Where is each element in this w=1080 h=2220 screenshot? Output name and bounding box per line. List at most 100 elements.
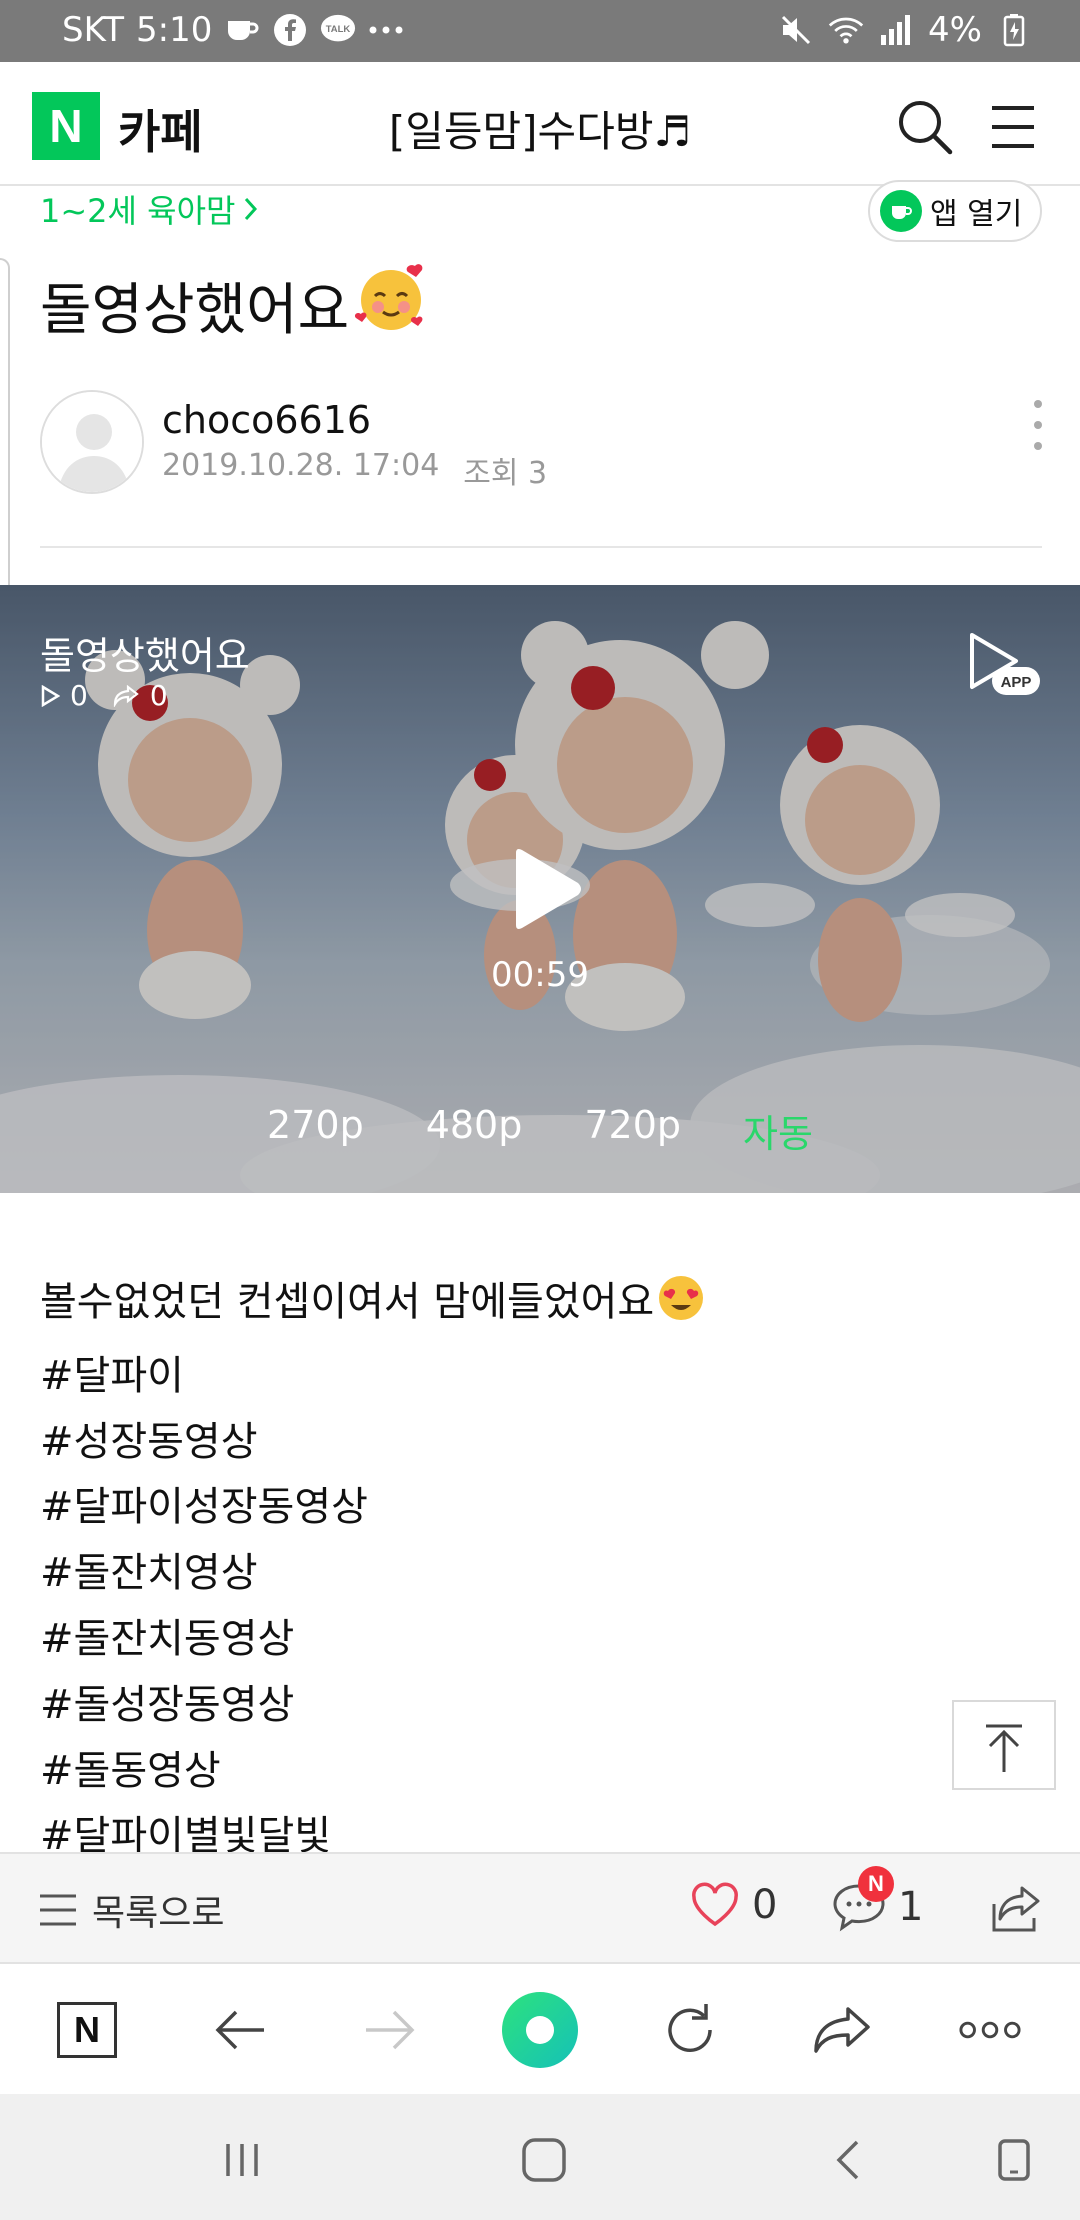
play-count: 0 xyxy=(70,679,88,712)
hashtag[interactable]: #돌잔치동영상 xyxy=(40,1607,706,1673)
menu-button[interactable] xyxy=(988,98,1038,156)
status-left: SKT 5:10 TALK xyxy=(62,10,404,50)
list-icon xyxy=(40,1894,76,1926)
arrow-left-icon xyxy=(215,2010,264,2050)
status-bar: SKT 5:10 TALK 4% xyxy=(0,0,1080,62)
more-dots-icon xyxy=(368,12,404,48)
cafe-header: N 카페 [일등맘]수다방♬ xyxy=(0,62,1080,186)
video-stats: 0 0 xyxy=(40,679,168,712)
back-to-list-label: 목록으로 xyxy=(92,1893,225,1934)
hashtag[interactable]: #달파이성장동영상 xyxy=(40,1475,706,1541)
facebook-icon xyxy=(272,12,308,48)
comment-button[interactable]: N 1 xyxy=(832,1866,924,1932)
recent-apps-button[interactable] xyxy=(216,2136,268,2184)
hashtag[interactable]: #돌잔치영상 xyxy=(40,1541,706,1607)
hashtag[interactable]: #돌동영상 xyxy=(40,1739,706,1805)
category-link[interactable]: 1~2세 육아맘 xyxy=(40,186,259,232)
search-icon xyxy=(899,101,953,155)
hashtag[interactable]: #돌성장동영상 xyxy=(40,1673,706,1739)
post-meta: 2019.10.28. 17:04 조회 3 xyxy=(162,448,547,492)
chevron-left-icon xyxy=(836,2140,859,2180)
category-label: 1~2세 육아맘 xyxy=(40,192,236,230)
naver-logo[interactable]: N xyxy=(32,92,100,160)
app-open-label: 앱 열기 xyxy=(930,197,1023,232)
app-open-button[interactable]: 앱 열기 xyxy=(868,180,1042,242)
reload-button[interactable] xyxy=(658,1998,722,2062)
quality-auto[interactable]: 자동 xyxy=(743,1103,813,1158)
reload-icon xyxy=(668,2004,712,2052)
recent-apps-icon xyxy=(226,2144,258,2176)
battery-icon xyxy=(996,12,1032,48)
home-button[interactable] xyxy=(518,2136,570,2184)
view-count: 조회 3 xyxy=(463,456,548,491)
quality-270p[interactable]: 270p xyxy=(267,1103,364,1158)
more-menu-button[interactable] xyxy=(958,1998,1022,2062)
default-profile-icon xyxy=(42,392,142,492)
forward-button[interactable] xyxy=(358,1998,422,2062)
more-dot-icon xyxy=(1034,400,1042,408)
header-divider xyxy=(40,546,1042,548)
like-count: 0 xyxy=(752,1882,778,1928)
battery-percent: 4% xyxy=(928,10,982,50)
play-icon xyxy=(516,849,581,929)
status-right: 4% xyxy=(778,10,1032,50)
video-player[interactable]: 돌영상했어요 0 0 APP 00:59 270p 480p 720p 자동 xyxy=(0,585,1080,1193)
article-title: 돌영상했어요 xyxy=(40,262,431,348)
play-count-icon xyxy=(41,684,60,707)
more-options-button[interactable] xyxy=(1026,400,1050,450)
heart-icon xyxy=(692,1882,738,1927)
browser-toolbar: N xyxy=(0,1962,1080,2094)
article-title-text: 돌영상했어요 xyxy=(40,277,350,343)
naver-home-button[interactable]: N xyxy=(57,2002,117,2058)
heart-eyes-emoji-icon xyxy=(656,1273,706,1344)
scroll-to-top-button[interactable] xyxy=(952,1700,1056,1790)
share-arrow-icon xyxy=(814,2007,870,2053)
share-page-button[interactable] xyxy=(810,1998,874,2062)
cafe-service-label[interactable]: 카페 xyxy=(118,96,203,162)
play-button[interactable] xyxy=(508,847,582,931)
share-count-icon xyxy=(113,684,139,707)
more-dot-icon xyxy=(1034,442,1042,450)
arrow-right-icon xyxy=(366,2010,415,2050)
quality-720p[interactable]: 720p xyxy=(584,1103,681,1158)
author-avatar[interactable] xyxy=(40,390,144,494)
author-name[interactable]: choco6616 xyxy=(162,398,371,442)
back-to-list-button[interactable]: 목록으로 xyxy=(38,1884,224,1936)
quality-selector: 270p 480p 720p 자동 xyxy=(0,1103,1080,1158)
rotate-screen-button[interactable] xyxy=(988,2136,1040,2184)
phone-rotate-icon xyxy=(998,2139,1030,2181)
article-body: 볼수없었던 컨셉이여서 맘에들었어요 #달파이 #성장동영상 #달파이성장동영상… xyxy=(40,1270,706,1870)
system-navigation-bar xyxy=(0,2094,1080,2220)
video-title: 돌영상했어요 xyxy=(40,634,250,678)
share-button[interactable] xyxy=(990,1884,1044,1934)
green-dot-home-button[interactable] xyxy=(502,1992,578,2068)
chevron-right-icon xyxy=(245,197,258,221)
like-button[interactable]: 0 xyxy=(690,1882,777,1928)
system-back-button[interactable] xyxy=(822,2136,874,2184)
clock: 5:10 xyxy=(136,10,213,50)
back-button[interactable] xyxy=(208,1998,272,2062)
hamburger-icon xyxy=(992,106,1034,148)
cafe-app-icon xyxy=(880,190,922,232)
wifi-icon xyxy=(828,12,864,48)
hashtag[interactable]: #달파이 xyxy=(40,1344,706,1410)
new-comment-badge: N xyxy=(858,1866,894,1902)
post-date: 2019.10.28. 17:04 xyxy=(162,448,440,483)
mute-icon xyxy=(778,12,814,48)
quality-480p[interactable]: 480p xyxy=(426,1103,523,1158)
home-square-icon xyxy=(522,2138,566,2182)
more-dot-icon xyxy=(1034,421,1042,429)
share-icon xyxy=(992,1886,1040,1932)
app-badge-text: APP xyxy=(1001,674,1032,691)
kakaotalk-icon: TALK xyxy=(320,12,356,48)
arrow-up-icon xyxy=(986,1724,1022,1772)
video-duration: 00:59 xyxy=(491,955,589,995)
search-button[interactable] xyxy=(896,98,954,156)
coffee-icon xyxy=(224,12,260,48)
more-circles-icon xyxy=(959,2021,1021,2039)
comment-count: 1 xyxy=(898,1884,924,1930)
open-in-app-icon[interactable]: APP xyxy=(966,629,1042,699)
smiling-hearts-emoji-icon xyxy=(353,262,431,348)
carrier-label: SKT xyxy=(62,10,125,50)
hashtag[interactable]: #성장동영상 xyxy=(40,1410,706,1476)
